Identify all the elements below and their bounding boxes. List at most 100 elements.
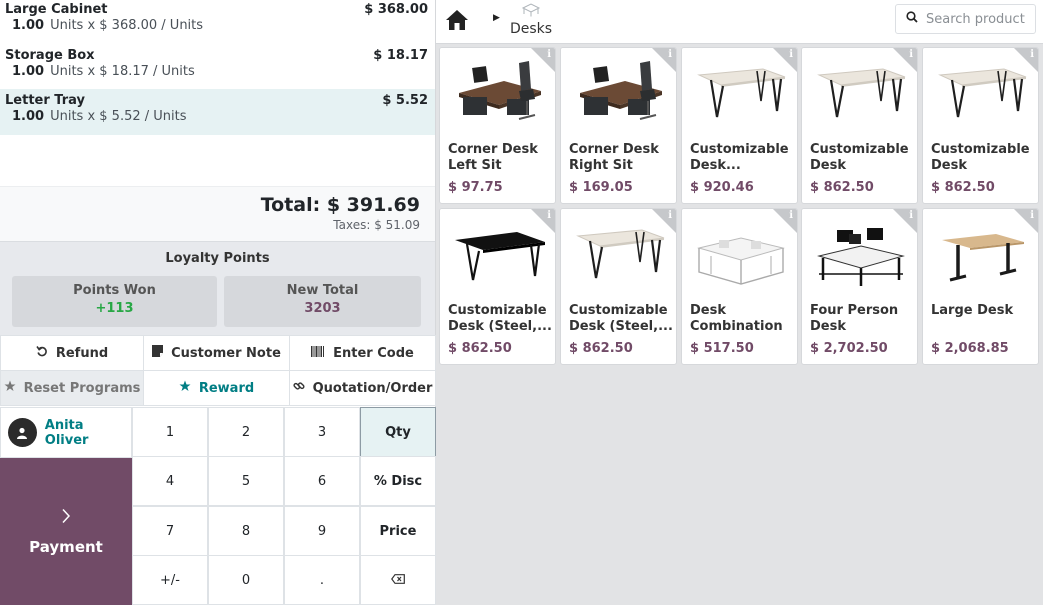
info-corner: [652, 209, 676, 233]
product-price: $ 169.05: [569, 180, 633, 195]
product-card[interactable]: i Customizable Desk (Custom... $ 862.50: [801, 47, 918, 204]
customer-note-button[interactable]: Customer Note: [143, 335, 290, 371]
numpad-key-4[interactable]: 4: [132, 456, 208, 506]
orderline[interactable]: Storage Box $ 18.17 1.00 Units x $ 18.17 …: [0, 46, 435, 92]
star-icon: [4, 380, 16, 396]
orderline-price: $ 5.52: [382, 93, 428, 108]
product-name: Desk Combination: [690, 303, 783, 334]
enter-code-label: Enter Code: [333, 345, 414, 361]
info-corner: [893, 209, 917, 233]
info-icon[interactable]: i: [668, 49, 672, 60]
product-name: Customizable Desk (Custom...: [810, 142, 909, 173]
numpad-key-6[interactable]: 6: [284, 456, 360, 506]
info-icon[interactable]: i: [547, 49, 551, 60]
order-total: Total: $ 391.69: [260, 194, 420, 216]
orderline-qty: 1.00: [12, 18, 45, 33]
link-icon: [292, 380, 305, 396]
numpad-key-7[interactable]: 7: [132, 506, 208, 556]
reset-programs-label: Reset Programs: [23, 380, 141, 396]
new-total-value: 3203: [304, 301, 341, 316]
category-desks-button[interactable]: Desks: [506, 0, 556, 43]
refund-button[interactable]: Refund: [0, 335, 144, 371]
product-card[interactable]: i Corner Desk Left Sit $ 97.75: [439, 47, 556, 204]
product-card[interactable]: i Corner Desk Right Sit $ 169.05: [560, 47, 677, 204]
orderline-name: Letter Tray: [5, 93, 85, 108]
numpad-key-2[interactable]: 2: [208, 407, 284, 457]
info-corner: [893, 48, 917, 72]
orderline-qty: 1.00: [12, 64, 45, 79]
numpad-key-0[interactable]: 0: [208, 555, 284, 605]
info-icon[interactable]: i: [1030, 210, 1034, 221]
info-icon[interactable]: i: [668, 210, 672, 221]
numpad-qty-mode[interactable]: Qty: [360, 407, 436, 457]
product-card[interactable]: i Desk Combination $ 517.50: [681, 208, 798, 365]
product-name: Large Desk: [931, 303, 1014, 318]
reward-button[interactable]: Reward: [143, 370, 290, 406]
quotation-order-label: Quotation/Order: [312, 380, 433, 396]
orderline-detail: 1.00 Units x $ 18.17 / Units: [12, 64, 195, 79]
numpad-decimal[interactable]: .: [284, 555, 360, 605]
info-icon[interactable]: i: [789, 49, 793, 60]
orderline-qty: 1.00: [12, 109, 45, 124]
info-icon[interactable]: i: [789, 210, 793, 221]
orderline[interactable]: Large Cabinet $ 368.00 1.00 Units x $ 368…: [0, 0, 435, 46]
backspace-icon: [391, 573, 405, 588]
numpad-key-1[interactable]: 1: [132, 407, 208, 457]
info-corner: [1014, 209, 1038, 233]
search-icon: [906, 11, 918, 27]
info-corner: [773, 209, 797, 233]
numpad-price-mode[interactable]: Price: [360, 506, 436, 556]
numpad-backspace[interactable]: [360, 555, 436, 605]
payment-button[interactable]: Payment: [0, 458, 132, 605]
product-price: $ 862.50: [448, 341, 512, 356]
customer-note-label: Customer Note: [171, 345, 281, 361]
info-icon[interactable]: i: [909, 49, 913, 60]
orderline-unit: Units x $ 18.17 / Units: [50, 64, 195, 79]
numpad-key-3[interactable]: 3: [284, 407, 360, 457]
product-price: $ 97.75: [448, 180, 503, 195]
customer-name: Anita Oliver: [44, 417, 89, 448]
quotation-order-button[interactable]: Quotation/Order: [289, 370, 436, 406]
points-won-value: +113: [95, 301, 134, 316]
order-summary: Total: $ 391.69 Taxes: $ 51.09: [0, 186, 435, 241]
product-name: Four Person Desk: [810, 303, 899, 334]
product-name: Customizable Desk (Custom...: [931, 142, 1030, 173]
numpad-key-9[interactable]: 9: [284, 506, 360, 556]
numpad-key-5[interactable]: 5: [208, 456, 284, 506]
numpad-key-8[interactable]: 8: [208, 506, 284, 556]
new-total-label: New Total: [286, 283, 359, 298]
product-card[interactable]: i Four Person Desk $ 2,702.50: [801, 208, 918, 365]
search-box[interactable]: [895, 4, 1036, 34]
reset-programs-button[interactable]: Reset Programs: [0, 370, 144, 406]
search-input[interactable]: [926, 11, 1036, 27]
product-screen: ▶ Desks i Corner Desk Left Sit $ 97.75 i Cor…: [436, 0, 1043, 605]
product-name: Customizable Desk (Steel,...: [448, 303, 552, 334]
info-icon[interactable]: i: [1030, 49, 1034, 60]
enter-code-button[interactable]: Enter Code: [289, 335, 436, 371]
info-corner: [773, 48, 797, 72]
product-card[interactable]: i Customizable Desk (Steel,... $ 862.50: [439, 208, 556, 365]
product-topbar: ▶ Desks: [436, 0, 1043, 44]
numpad-plus-minus[interactable]: +/-: [132, 555, 208, 605]
product-price: $ 2,702.50: [810, 341, 888, 356]
category-label: Desks: [509, 21, 553, 37]
product-card[interactable]: i Customizable Desk... $ 920.46: [681, 47, 798, 204]
user-avatar-icon: [8, 418, 37, 447]
product-name: Corner Desk Right Sit: [569, 142, 659, 173]
home-icon[interactable]: [445, 9, 469, 31]
product-name: Customizable Desk (Steel,...: [569, 303, 673, 334]
product-name: Customizable Desk...: [690, 142, 789, 173]
product-card[interactable]: i Customizable Desk (Steel,... $ 862.50: [560, 208, 677, 365]
info-icon[interactable]: i: [547, 210, 551, 221]
customer-button[interactable]: Anita Oliver: [0, 407, 132, 458]
product-card[interactable]: i Large Desk $ 2,068.85: [922, 208, 1039, 365]
points-won-box: Points Won +113: [12, 276, 217, 327]
new-total-box: New Total 3203: [224, 276, 421, 327]
payment-label: Payment: [29, 537, 103, 556]
info-icon[interactable]: i: [909, 210, 913, 221]
orderline-selected[interactable]: Letter Tray $ 5.52 1.00 Units x $ 5.52 / …: [0, 89, 435, 135]
order-taxes: Taxes: $ 51.09: [333, 218, 420, 232]
product-card[interactable]: i Customizable Desk (Custom... $ 862.50: [922, 47, 1039, 204]
numpad-disc-mode[interactable]: % Disc: [360, 456, 436, 506]
product-price: $ 517.50: [690, 341, 754, 356]
